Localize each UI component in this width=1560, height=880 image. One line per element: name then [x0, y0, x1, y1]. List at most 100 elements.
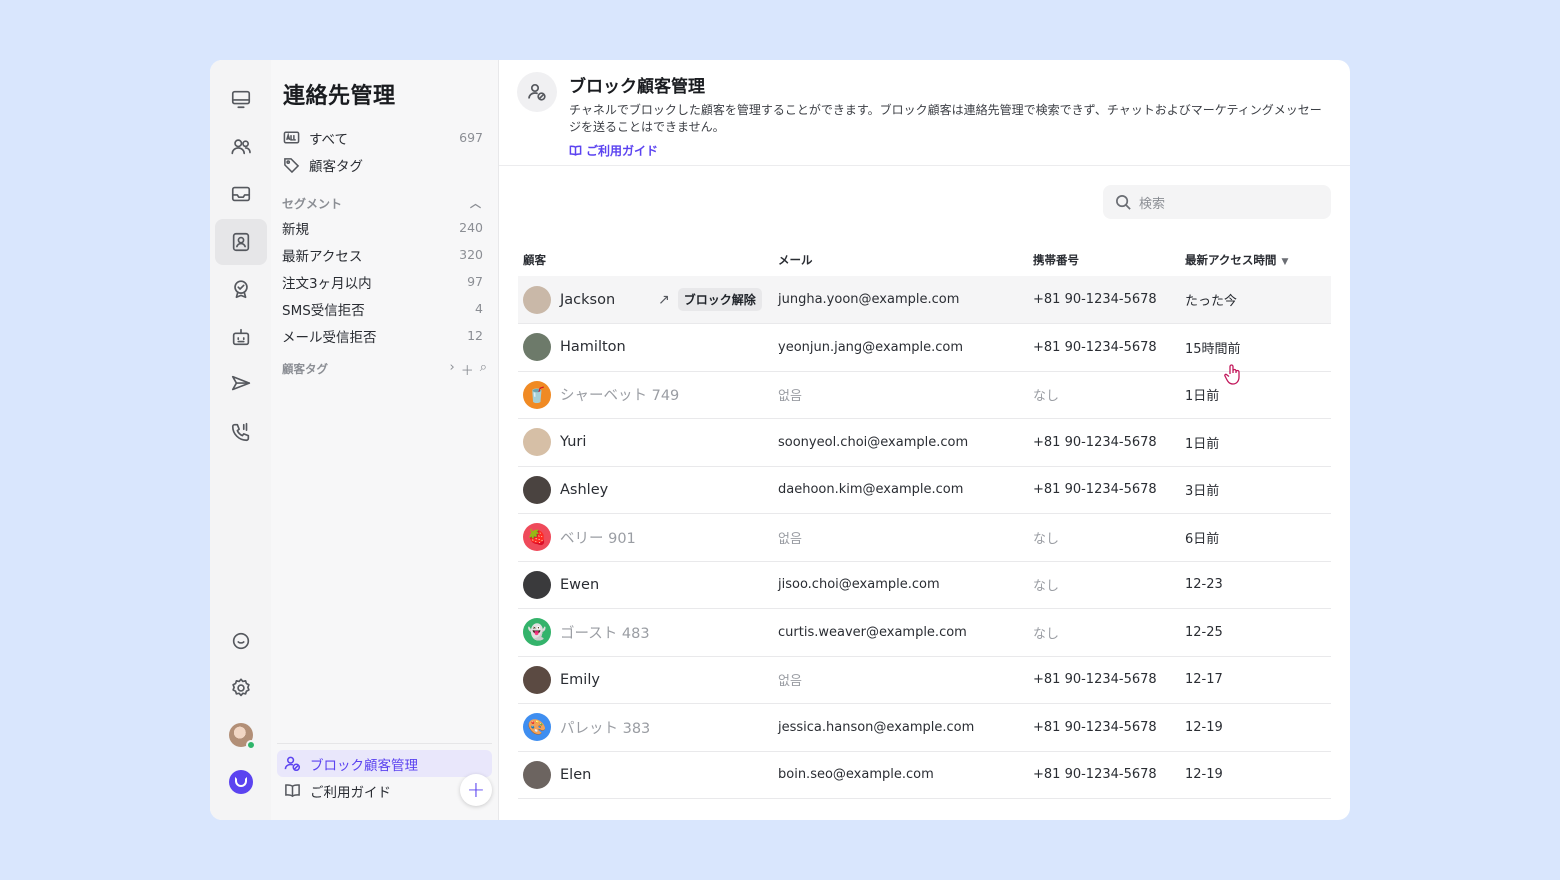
sort-caret-icon[interactable]: ▼: [1281, 257, 1288, 267]
column-header-last-access[interactable]: 最新アクセス時間 ▼: [1180, 244, 1331, 276]
open-external-icon[interactable]: ↗: [658, 292, 670, 308]
segment-count: 12: [467, 328, 483, 343]
segment-item[interactable]: メール受信拒否 12: [282, 322, 487, 349]
sidebar-item-label: ご利用ガイド: [310, 784, 391, 801]
last-access-cell: 12-19: [1180, 703, 1331, 752]
email-cell: curtis.weaver@example.com: [773, 608, 1028, 657]
sidebar-item-blocked-customers[interactable]: ブロック顧客管理: [277, 750, 492, 777]
table-row[interactable]: Jackson ↗ ブロック解除 jungha.yoon@example.com…: [518, 276, 1331, 324]
column-header-email: メール: [778, 253, 813, 267]
table-row[interactable]: Hamilton yeonjun.jang@example.com +81 90…: [518, 323, 1331, 372]
segment-section-header[interactable]: セグメント ︿: [282, 192, 487, 214]
email-cell: daehoon.kim@example.com: [773, 466, 1028, 514]
email-cell: jessica.hanson@example.com: [773, 703, 1028, 752]
customer-cell: Ashley: [518, 466, 773, 514]
sidebar-item-customer-tags[interactable]: 顧客タグ: [282, 151, 487, 178]
customer-avatar: [523, 333, 551, 362]
page-description: チャネルでブロックした顧客を管理することができます。ブロック顧客は連絡先管理で検…: [569, 103, 1322, 134]
user-blocked-icon: [517, 72, 557, 112]
email-cell: boin.seo@example.com: [773, 751, 1028, 799]
last-access-cell: 12-19: [1180, 751, 1331, 799]
guide-link-label: ご利用ガイド: [586, 144, 659, 158]
table-row[interactable]: Yuri soonyeol.choi@example.com +81 90-12…: [518, 418, 1331, 467]
page-header: ブロック顧客管理 チャネルでブロックした顧客を管理することができます。ブロック顧…: [499, 60, 1350, 166]
segment-label: メール受信拒否: [282, 329, 377, 346]
chevron-right-icon[interactable]: ›: [450, 360, 455, 379]
phone-cell: なし: [1028, 513, 1180, 562]
table-row[interactable]: Elen boin.seo@example.com +81 90-1234-56…: [518, 751, 1331, 799]
brand-logo[interactable]: [215, 759, 267, 805]
monitor-icon[interactable]: [215, 76, 267, 122]
badge-check-icon[interactable]: [215, 266, 267, 312]
sidebar-item-label: すべて: [309, 131, 349, 148]
customer-cell: Hamilton: [518, 323, 773, 372]
table-header-row: 顧客 メール 携帯番号 最新アクセス時間 ▼: [518, 244, 1331, 276]
chevron-up-icon[interactable]: ︿: [470, 195, 481, 211]
search-icon[interactable]: ⌕: [480, 360, 487, 379]
email-cell: 없음: [773, 513, 1028, 562]
sidebar-item-label: ブロック顧客管理: [310, 757, 418, 774]
last-access-cell: 1日前: [1180, 371, 1331, 419]
customer-cell: 🎨 パレット 383: [518, 703, 773, 752]
customer-name: ベリー 901: [560, 530, 636, 547]
table-row[interactable]: 🥤 シャーベット 749 없음 なし 1日前: [518, 371, 1331, 419]
customer-name: Hamilton: [560, 339, 626, 356]
phone-cell: +81 90-1234-5678: [1028, 703, 1180, 752]
search-icon: [1116, 194, 1131, 210]
column-header-phone: 携帯番号: [1033, 253, 1079, 267]
phone-cell: +81 90-1234-5678: [1028, 751, 1180, 799]
tag-icon: [282, 156, 300, 174]
plus-icon[interactable]: ＋: [461, 360, 474, 379]
chat-bubble-icon[interactable]: [215, 618, 267, 664]
table-row[interactable]: Emily 없음 +81 90-1234-5678 12-17: [518, 656, 1331, 704]
segment-label: 新規: [282, 221, 309, 238]
segment-item[interactable]: 最新アクセス 320: [282, 241, 487, 268]
last-access-cell: 12-17: [1180, 656, 1331, 704]
customer-cell: Elen: [518, 751, 773, 799]
settings-icon[interactable]: [215, 665, 267, 711]
app-window: 連絡先管理 すべて 697 顧客タグ セグメント ︿ 新規 240 最新アクセス…: [210, 60, 1350, 820]
bot-icon[interactable]: [215, 314, 267, 360]
main-panel: ブロック顧客管理 チャネルでブロックした顧客を管理することができます。ブロック顧…: [499, 60, 1350, 820]
contacts-sidebar: 連絡先管理 すべて 697 顧客タグ セグメント ︿ 新規 240 最新アクセス…: [271, 60, 499, 820]
search-placeholder: 検索: [1139, 196, 1166, 212]
segment-item[interactable]: 注文3ヶ月以内 97: [282, 268, 487, 295]
segment-count: 320: [459, 247, 483, 262]
customer-cell: 🥤 シャーベット 749: [518, 371, 773, 419]
phone-cell: +81 90-1234-5678: [1028, 466, 1180, 514]
email-cell: yeonjun.jang@example.com: [773, 323, 1028, 372]
customer-cell: Ewen: [518, 561, 773, 609]
customer-name: Jackson: [560, 291, 616, 308]
email-cell: jungha.yoon@example.com: [773, 276, 1028, 324]
phone-cell: なし: [1028, 608, 1180, 657]
unblock-button[interactable]: ブロック解除: [677, 288, 762, 311]
segment-count: 4: [475, 301, 483, 316]
sidebar-item-all[interactable]: すべて 697: [282, 124, 487, 151]
table-row[interactable]: 👻 ゴースト 483 curtis.weaver@example.com なし …: [518, 608, 1331, 657]
guide-link[interactable]: ご利用ガイド: [569, 142, 658, 159]
email-cell: 없음: [773, 371, 1028, 419]
segment-item[interactable]: 新規 240: [282, 214, 487, 241]
table-row[interactable]: Ewen jisoo.choi@example.com なし 12-23: [518, 561, 1331, 609]
search-input[interactable]: 検索: [1103, 185, 1331, 219]
phone-cell: +81 90-1234-5678: [1028, 418, 1180, 467]
add-button[interactable]: +: [460, 774, 492, 806]
inbox-icon[interactable]: [215, 171, 267, 217]
table-row[interactable]: 🍓 ベリー 901 없음 なし 6日前: [518, 513, 1331, 562]
email-cell: soonyeol.choi@example.com: [773, 418, 1028, 467]
table-row[interactable]: Ashley daehoon.kim@example.com +81 90-12…: [518, 466, 1331, 514]
segment-item[interactable]: SMS受信拒否 4: [282, 295, 487, 322]
last-access-cell: 6日前: [1180, 513, 1331, 562]
customer-name: Ewen: [560, 576, 600, 593]
customer-avatar: [523, 570, 551, 599]
table-row[interactable]: 🎨 パレット 383 jessica.hanson@example.com +8…: [518, 703, 1331, 752]
send-icon[interactable]: [215, 361, 267, 407]
contacts-icon[interactable]: [214, 218, 267, 265]
online-status-dot: [245, 740, 256, 750]
blocked-customers-table: 顧客 メール 携帯番号 最新アクセス時間 ▼ Jackson ↗ ブロック解除 j…: [518, 244, 1331, 799]
phone-icon[interactable]: [215, 409, 267, 455]
users-icon[interactable]: [215, 124, 267, 170]
tag-section-header: 顧客タグ › ＋ ⌕: [282, 358, 487, 380]
customer-avatar: [523, 475, 551, 504]
user-avatar[interactable]: [215, 712, 267, 758]
